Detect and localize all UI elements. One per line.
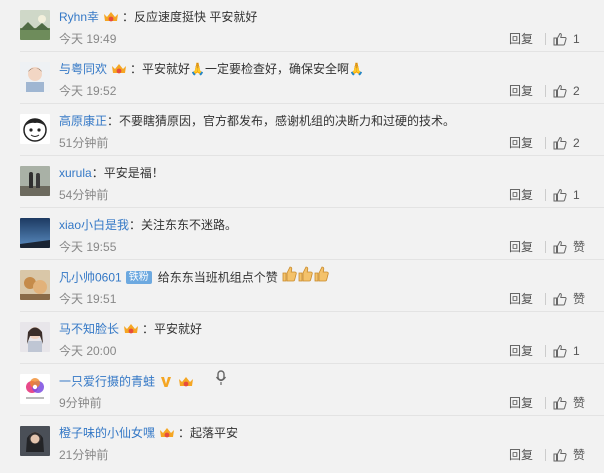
like-label: 赞 [573,448,586,462]
like-label: 赞 [573,292,586,306]
like-count: 1 [573,188,580,202]
comment-time: 今天 20:00 [59,344,117,358]
vip-badge-icon [177,375,195,389]
comment-item: 马不知脸长 ：平安就好 今天 20:00 回复 1 [0,312,604,364]
user-avatar[interactable] [20,114,50,144]
divider [545,33,546,45]
fan-badge: 铁粉 [125,271,152,284]
like-count: 1 [573,32,580,46]
comment-time: 9分钟前 [59,396,102,410]
comment-text: ：平安就好🙏一定要检查好，确保安全啊🙏 [130,62,364,76]
vip-badge-icon [110,62,128,76]
thumbs-up-icon [553,344,567,358]
comment-time: 51分钟前 [59,136,109,150]
like-button[interactable]: 1 [553,342,580,360]
user-avatar[interactable] [20,62,50,92]
like-label: 赞 [573,240,586,254]
comment-item: xurula：平安是福！ 54分钟前 回复 1 [0,156,604,208]
comment-list: Ryhn幸 ：反应速度挺快 平安就好 今天 19:49 回复 1 与粤同欢 ：平安就… [0,0,604,473]
vip-badge-icon [102,10,120,24]
comment-text: 给东东当班机组点个赞 [157,270,278,285]
thumbs-up-icon [553,240,567,254]
divider [545,137,546,149]
comment-text: ：起落平安 [178,426,239,440]
divider [545,85,546,97]
divider [545,449,546,461]
divider [545,241,546,253]
reply-button[interactable]: 回复 [509,31,533,47]
like-count: 2 [573,84,580,98]
like-label: 赞 [573,396,586,410]
thumbs-up-icon [553,292,567,306]
like-button[interactable]: 2 [553,82,580,100]
thumbs-up-emoji-icon [281,266,329,287]
comment-time: 今天 19:51 [59,292,117,306]
reply-button[interactable]: 回复 [509,187,533,203]
comment-item: 凡小帅0601 铁粉 给东东当班机组点个赞 今天 19:51 回复 赞 [0,260,604,312]
divider [545,345,546,357]
like-button[interactable]: 赞 [553,446,585,464]
divider [545,189,546,201]
comment-time: 21分钟前 [59,448,109,462]
username-link[interactable]: 一只爱行摄的青蛙 [59,375,155,389]
comment-text: ：不要瞎猜原因，官方都发布，感谢机组的决断力和过硬的技术。 [107,114,456,128]
comment-item: Ryhn幸 ：反应速度挺快 平安就好 今天 19:49 回复 1 [0,0,604,52]
user-avatar[interactable] [20,374,50,404]
reply-button[interactable]: 回复 [509,447,533,463]
comment-time: 54分钟前 [59,188,109,202]
username-link[interactable]: 凡小帅0601 [59,271,122,285]
username-link[interactable]: xurula [59,166,92,180]
comment-time: 今天 19:55 [59,240,117,254]
thumbs-up-icon [553,32,567,46]
comment-item: 与粤同欢 ：平安就好🙏一定要检查好，确保安全啊🙏 今天 19:52 回复 2 [0,52,604,104]
thumbs-up-icon [553,396,567,410]
like-button[interactable]: 1 [553,186,580,204]
comment-time: 今天 19:52 [59,84,117,98]
thumbs-up-icon [553,448,567,462]
reply-button[interactable]: 回复 [509,135,533,151]
vip-badge-icon [122,322,140,336]
reply-button[interactable]: 回复 [509,239,533,255]
user-avatar[interactable] [20,218,50,248]
thumbs-up-icon [553,136,567,150]
user-avatar[interactable] [20,166,50,196]
user-avatar[interactable] [20,10,50,40]
comment-text: ：平安就好 [142,322,203,336]
like-button[interactable]: 赞 [553,238,585,256]
user-avatar[interactable] [20,322,50,352]
like-count: 2 [573,136,580,150]
comment-item: 一只爱行摄的青蛙 9分钟前 回复 赞 [0,364,604,416]
reply-button[interactable]: 回复 [509,395,533,411]
comment-time: 今天 19:49 [59,32,117,46]
verified-v-icon [160,375,172,389]
thumbs-up-icon [553,188,567,202]
divider [545,397,546,409]
username-link[interactable]: 与粤同欢 [59,62,107,76]
vip-badge-icon [158,426,176,440]
divider [545,293,546,305]
username-link[interactable]: 高原康正 [59,114,107,128]
like-count: 1 [573,344,580,358]
comment-text: ：平安是福！ [91,166,164,180]
comment-item: xiao小白是我：关注东东不迷路。 今天 19:55 回复 赞 [0,208,604,260]
like-button[interactable]: 赞 [553,290,585,308]
username-link[interactable]: 橙子味的小仙女嘿 [59,426,155,440]
reply-button[interactable]: 回复 [509,83,533,99]
username-link[interactable]: xiao小白是我 [59,218,129,232]
comment-text: ：关注东东不迷路。 [129,218,238,232]
user-avatar[interactable] [20,270,50,300]
microphone-icon [215,370,227,391]
reply-button[interactable]: 回复 [509,343,533,359]
user-avatar[interactable] [20,426,50,456]
like-button[interactable]: 2 [553,134,580,152]
username-link[interactable]: 马不知脸长 [59,322,119,336]
thumbs-up-icon [553,84,567,98]
like-button[interactable]: 1 [553,30,580,48]
comment-item: 高原康正：不要瞎猜原因，官方都发布，感谢机组的决断力和过硬的技术。 51分钟前 … [0,104,604,156]
reply-button[interactable]: 回复 [509,291,533,307]
comment-item: 橙子味的小仙女嘿 ：起落平安 21分钟前 回复 赞 [0,416,604,473]
like-button[interactable]: 赞 [553,394,585,412]
comment-text: ：反应速度挺快 平安就好 [122,10,258,24]
username-link[interactable]: Ryhn幸 [59,10,99,24]
